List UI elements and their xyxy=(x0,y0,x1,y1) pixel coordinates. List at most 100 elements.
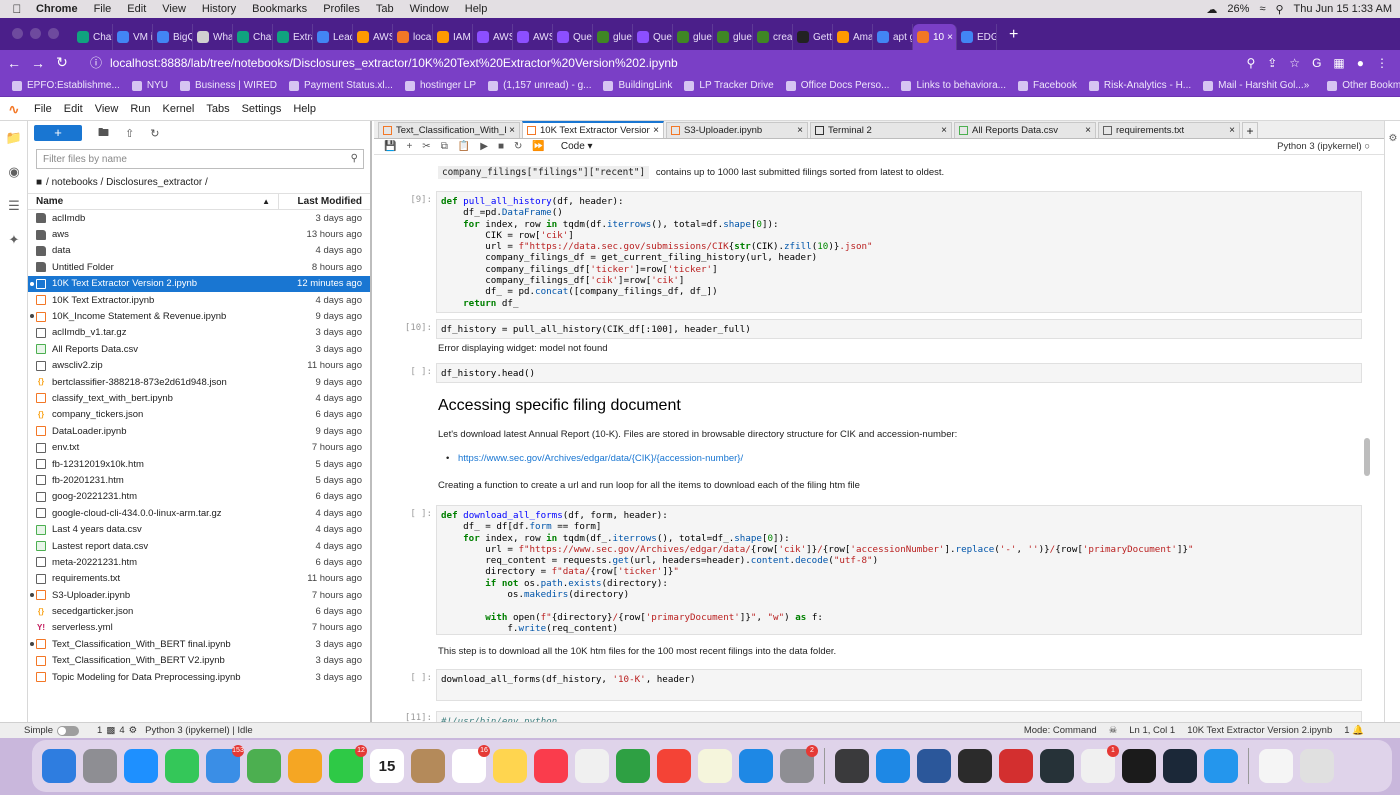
site-info-icon[interactable]: ⓘ xyxy=(90,54,102,71)
chrome-tab[interactable]: Query xyxy=(633,24,673,50)
jl-menu-run[interactable]: Run xyxy=(130,103,150,115)
file-row[interactable]: {} secedgarticker.json 6 days ago xyxy=(28,603,370,619)
chrome-icon[interactable] xyxy=(657,749,691,783)
close-tab-icon[interactable]: × xyxy=(509,125,515,136)
chrome-tab[interactable]: What xyxy=(193,24,233,50)
sec-archive-link[interactable]: https://www.sec.gov/Archives/edgar/data/… xyxy=(458,453,743,464)
copy-icon[interactable]: ⧉ xyxy=(441,141,448,152)
facetime-icon[interactable]: 12 xyxy=(329,745,367,783)
cloud-icon[interactable]: ☁ xyxy=(1206,3,1217,16)
file-row[interactable]: Text_Classification_With_BERT V2.ipynb 3 … xyxy=(28,653,370,669)
code-cell[interactable]: [10]: df_history = pull_all_history(CIK_… xyxy=(374,319,1362,339)
file-row[interactable]: aclImdb_v1.tar.gz 3 days ago xyxy=(28,325,370,341)
microsoft-icon[interactable]: 1 xyxy=(1081,745,1119,783)
back-icon[interactable]: ← xyxy=(4,55,24,71)
menu-tab[interactable]: Tab xyxy=(376,3,394,15)
markdown-heading[interactable]: Accessing specific filing document xyxy=(438,397,681,415)
kernel-indicator[interactable]: Python 3 (ipykernel) ○ xyxy=(1277,141,1370,152)
kernels-count[interactable]: 4 xyxy=(119,725,124,736)
file-row[interactable]: Text_Classification_With_BERT final.ipyn… xyxy=(28,636,370,652)
textedit-icon[interactable] xyxy=(698,749,732,783)
chrome-tab[interactable]: AWS xyxy=(513,24,553,50)
apple-icon[interactable]:  xyxy=(10,3,24,15)
file-row[interactable]: classify_text_with_bert.ipynb 4 days ago xyxy=(28,390,370,406)
filter-files-input[interactable]: Filter files by name ⚲ xyxy=(36,149,364,169)
menu-profiles[interactable]: Profiles xyxy=(323,3,360,15)
minimize-window-button[interactable] xyxy=(30,28,41,39)
trust-icon[interactable]: ☠ xyxy=(1109,725,1118,736)
profile-avatar[interactable]: ● xyxy=(1357,56,1364,70)
menu-file[interactable]: File xyxy=(94,3,112,15)
table-of-contents-icon[interactable]: ☰ xyxy=(0,189,28,223)
markdown-link-item[interactable]: • https://www.sec.gov/Archives/edgar/dat… xyxy=(446,453,743,464)
run-icon[interactable]: ▶ xyxy=(480,141,488,152)
close-tab-icon[interactable]: × xyxy=(797,125,803,136)
chrome-tab[interactable]: EDGA xyxy=(957,24,997,50)
file-row[interactable]: {} company_tickers.json 6 days ago xyxy=(28,407,370,423)
chrome-tab[interactable]: VM in xyxy=(113,24,153,50)
chrome-tab[interactable]: glue-c xyxy=(713,24,753,50)
file-row[interactable]: DataLoader.ipynb 9 days ago xyxy=(28,423,370,439)
upload-icon[interactable]: ⇧ xyxy=(125,127,134,140)
activitymonitor-icon[interactable] xyxy=(1040,749,1074,783)
column-name-header[interactable]: Name xyxy=(36,196,262,207)
downloads-icon[interactable] xyxy=(1259,749,1293,783)
notifications[interactable]: 1 🔔 xyxy=(1344,725,1364,736)
terminal-icon[interactable] xyxy=(958,749,992,783)
launchpad-icon[interactable] xyxy=(83,749,117,783)
address-bar[interactable]: ⓘ localhost:8888/lab/tree/notebooks/Disc… xyxy=(80,52,1238,73)
breadcrumb[interactable]: ■ / notebooks / Disclosures_extractor / xyxy=(28,171,370,193)
document-tab[interactable]: 10K Text Extractor Version × xyxy=(522,121,664,138)
chrome-tab[interactable]: 10 × xyxy=(913,24,957,50)
menu-window[interactable]: Window xyxy=(410,3,449,15)
grammarly-icon[interactable]: G xyxy=(1312,56,1321,70)
chrome-tab[interactable]: Extra xyxy=(273,24,313,50)
file-row[interactable]: 10K Text Extractor.ipynb 4 days ago xyxy=(28,292,370,308)
jl-menu-help[interactable]: Help xyxy=(293,103,316,115)
contacts-icon[interactable] xyxy=(411,749,445,783)
file-row[interactable]: google-cloud-cli-434.0.0-linux-arm.tar.g… xyxy=(28,505,370,521)
notes-icon[interactable] xyxy=(493,749,527,783)
pycharm-icon[interactable] xyxy=(1122,749,1156,783)
terminals-count[interactable]: 1 xyxy=(97,725,102,736)
close-window-button[interactable] xyxy=(12,28,23,39)
file-row[interactable]: S3-Uploader.ipynb 7 hours ago xyxy=(28,587,370,603)
document-tab[interactable]: S3-Uploader.ipynb × xyxy=(666,122,808,138)
reminders-icon[interactable]: 16 xyxy=(452,745,490,783)
notebook-scrollbar[interactable] xyxy=(1364,276,1370,476)
file-row[interactable]: {} bertclassifier-388218-873e2d61d948.jso… xyxy=(28,374,370,390)
code-cell[interactable]: [11]: #!/usr/bin/env python xyxy=(374,711,1362,722)
code-editor[interactable]: def pull_all_history(df, header): df_=pd… xyxy=(436,191,1362,313)
share-icon[interactable]: ⇪ xyxy=(1267,56,1277,70)
column-modified-header[interactable]: Last Modified xyxy=(278,193,370,210)
menu-view[interactable]: View xyxy=(162,3,186,15)
chrome-tab[interactable]: Gettir xyxy=(793,24,833,50)
breadcrumb-path[interactable]: / notebooks / Disclosures_extractor / xyxy=(46,177,208,188)
code-editor[interactable]: download_all_forms(df_history, '10-K', h… xyxy=(436,669,1362,701)
restart-icon[interactable]: ↻ xyxy=(514,141,522,152)
code-editor[interactable]: df_history = pull_all_history(CIK_df[:10… xyxy=(436,319,1362,339)
menu-history[interactable]: History xyxy=(202,3,236,15)
file-row[interactable]: env.txt 7 hours ago xyxy=(28,439,370,455)
bookmark-item[interactable]: (1,157 unread) - g... xyxy=(488,80,591,91)
jl-menu-file[interactable]: File xyxy=(34,103,52,115)
battery-percent[interactable]: 26% xyxy=(1227,3,1249,15)
file-row[interactable]: All Reports Data.csv 3 days ago xyxy=(28,341,370,357)
search-icon[interactable]: ⚲ xyxy=(1275,3,1283,16)
docker-icon[interactable] xyxy=(1204,749,1238,783)
bookmark-item[interactable]: NYU xyxy=(131,80,168,91)
appstore-icon[interactable] xyxy=(739,749,773,783)
file-row[interactable]: aws 13 hours ago xyxy=(28,226,370,242)
insert-cell-icon[interactable]: + xyxy=(406,141,412,152)
forward-icon[interactable]: → xyxy=(28,55,48,71)
chrome-tab[interactable]: IAM M xyxy=(433,24,473,50)
jl-menu-edit[interactable]: Edit xyxy=(64,103,83,115)
markdown-paragraph[interactable]: This step is to download all the 10K htm… xyxy=(438,646,836,657)
chrome-tab[interactable]: Query xyxy=(553,24,593,50)
file-row[interactable]: data 4 days ago xyxy=(28,243,370,259)
restart-run-all-icon[interactable]: ⏩ xyxy=(532,141,544,152)
running-kernels-icon[interactable]: ◉ xyxy=(0,155,28,189)
close-tab-icon[interactable]: × xyxy=(941,125,947,136)
property-inspector-icon[interactable]: ⚙ xyxy=(1385,121,1400,155)
bookmark-item[interactable]: hostinger LP xyxy=(404,80,476,91)
